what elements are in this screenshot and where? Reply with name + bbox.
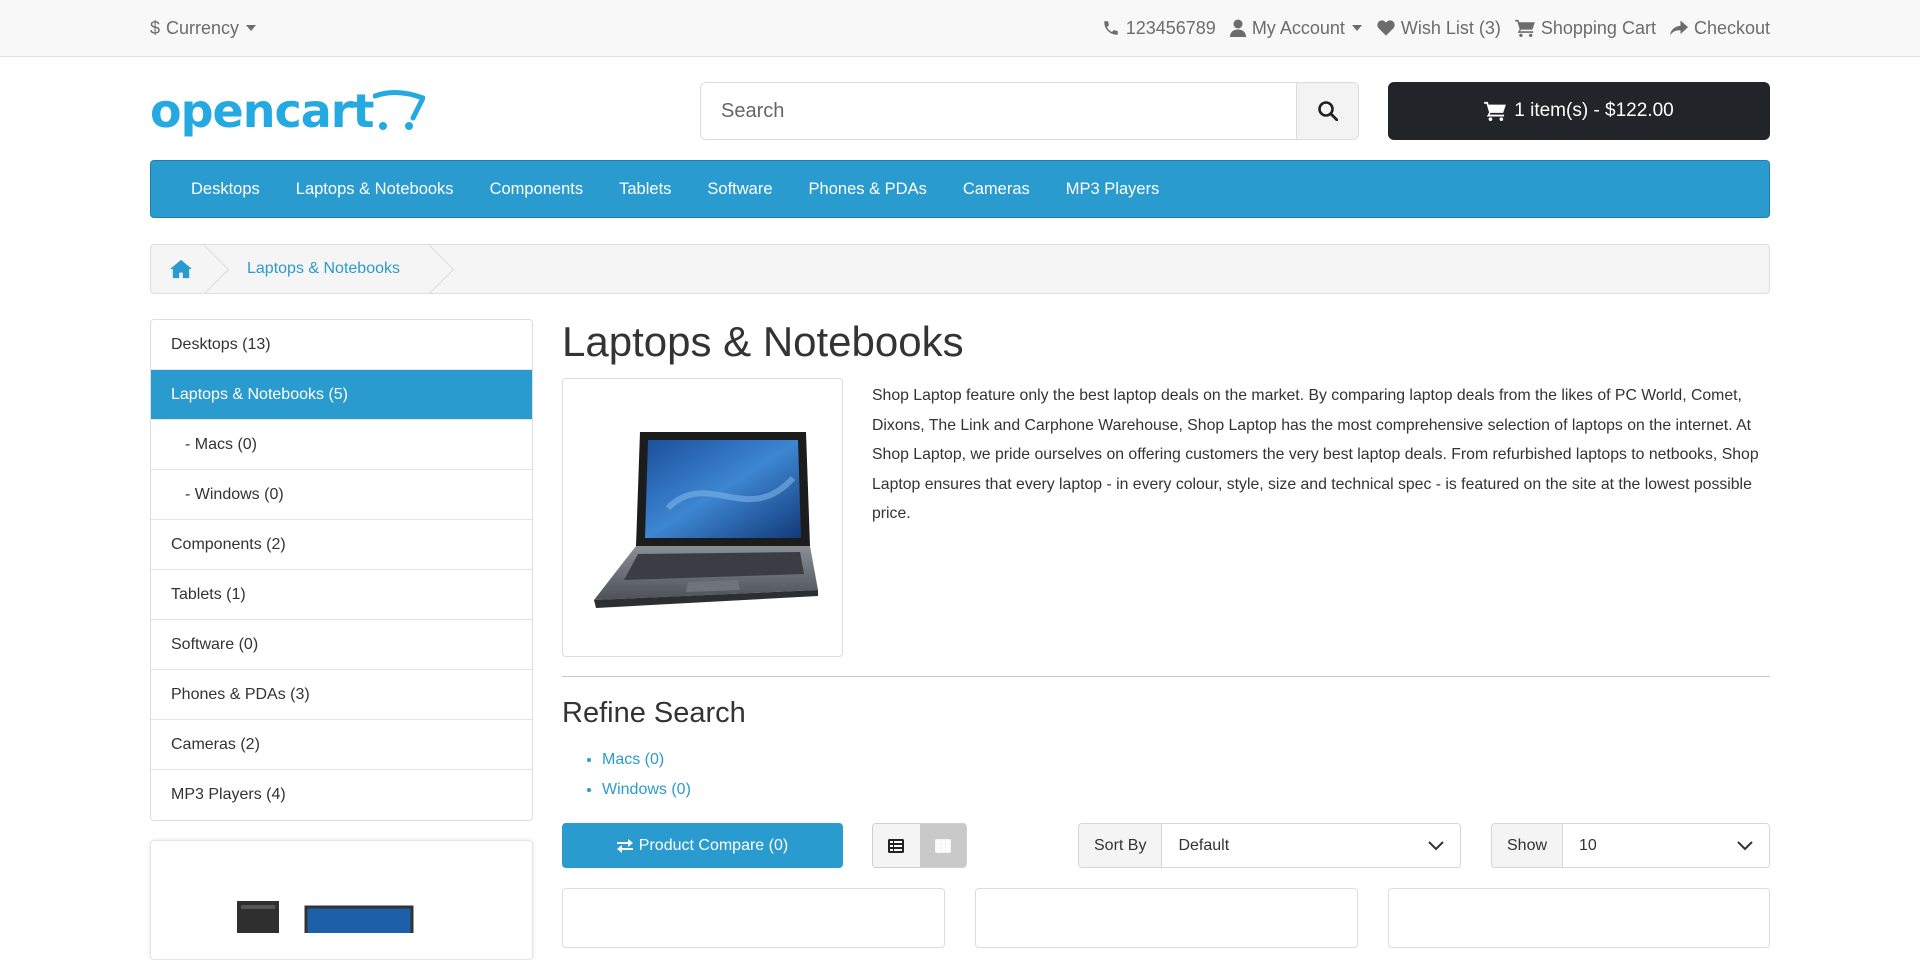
top-bar: $ Currency 123456789 My Account Wish Lis… xyxy=(0,0,1920,57)
dollar-icon: $ xyxy=(150,17,161,38)
cart-icon xyxy=(1515,19,1535,37)
search-icon xyxy=(1317,101,1338,121)
product-card[interactable] xyxy=(975,888,1358,948)
cart-button[interactable]: 1 item(s) - $122.00 xyxy=(1388,82,1770,140)
caret-down-icon xyxy=(246,25,257,31)
sidebar-item-macs[interactable]: - Macs (0) xyxy=(151,420,532,470)
sidebar-item-laptops-notebooks[interactable]: Laptops & Notebooks (5) xyxy=(151,370,532,420)
list-view-button[interactable] xyxy=(873,824,920,867)
user-icon xyxy=(1229,19,1246,37)
category-menu: Desktops Laptops & Notebooks Components … xyxy=(150,160,1770,218)
shopping-cart-link[interactable]: Shopping Cart xyxy=(1515,18,1656,39)
view-toggle xyxy=(872,823,967,868)
breadcrumb-current[interactable]: Laptops & Notebooks xyxy=(211,260,436,278)
sidebar-item-software[interactable]: Software (0) xyxy=(151,620,532,670)
menu-item-software[interactable]: Software xyxy=(689,180,790,199)
category-description: Shop Laptop feature only the best laptop… xyxy=(872,387,1759,522)
laptop-image xyxy=(593,431,818,608)
wish-list-link[interactable]: Wish List (3) xyxy=(1377,18,1501,39)
refine-link-macs[interactable]: Macs (0) xyxy=(602,751,664,768)
refine-search-list: Macs (0) Windows (0) xyxy=(602,745,691,805)
phone-number: 123456789 xyxy=(1125,17,1216,38)
divider xyxy=(562,676,1770,677)
sidebar-item-mp3-players[interactable]: MP3 Players (4) xyxy=(151,770,532,820)
logo-cart-icon xyxy=(373,89,426,130)
product-card[interactable] xyxy=(562,888,945,948)
show-limit-select[interactable]: 10 xyxy=(1563,824,1769,867)
cart-button-label: 1 item(s) - $122.00 xyxy=(1514,100,1674,121)
sidebar-item-desktops[interactable]: Desktops (13) xyxy=(151,320,532,370)
wish-list-label: Wish List (3) xyxy=(1400,17,1501,38)
sort-by-control: Sort By Default xyxy=(1078,823,1461,868)
show-limit-control: Show 10 xyxy=(1491,823,1770,868)
my-account-dropdown[interactable]: My Account xyxy=(1229,17,1363,39)
caret-down-icon xyxy=(1351,25,1362,31)
sidebar-item-windows[interactable]: - Windows (0) xyxy=(151,470,532,520)
opencart-logo[interactable]: opencart xyxy=(150,83,426,138)
product-compare-label: Product Compare (0) xyxy=(638,836,789,854)
share-icon xyxy=(1669,20,1688,36)
search-bar xyxy=(700,82,1359,140)
my-account-label: My Account xyxy=(1251,17,1345,38)
exchange-icon xyxy=(616,838,633,853)
currency-label: Currency xyxy=(166,17,240,38)
page-title: Laptops & Notebooks xyxy=(562,318,964,365)
sidebar-item-components[interactable]: Components (2) xyxy=(151,520,532,570)
category-image xyxy=(562,378,843,657)
chevron-down-icon xyxy=(1428,840,1444,850)
cart-icon xyxy=(1484,101,1507,121)
refine-link-windows[interactable]: Windows (0) xyxy=(602,781,691,798)
show-label: Show xyxy=(1492,824,1564,867)
phone-icon xyxy=(1103,21,1118,35)
grid-view-button[interactable] xyxy=(919,824,966,867)
computer-image xyxy=(237,901,414,941)
sort-by-value: Default xyxy=(1178,836,1230,854)
product-compare-button[interactable]: Product Compare (0) xyxy=(562,823,843,868)
phone-link[interactable]: 123456789 xyxy=(1102,18,1216,39)
show-limit-value: 10 xyxy=(1579,836,1597,854)
sidebar-item-cameras[interactable]: Cameras (2) xyxy=(151,720,532,770)
menu-item-tablets[interactable]: Tablets xyxy=(601,180,689,199)
sidebar-item-tablets[interactable]: Tablets (1) xyxy=(151,570,532,620)
menu-item-laptops-notebooks[interactable]: Laptops & Notebooks xyxy=(278,180,472,199)
heart-icon xyxy=(1377,20,1395,36)
menu-item-desktops[interactable]: Desktops xyxy=(173,180,278,199)
grid-icon xyxy=(934,838,951,853)
search-button[interactable] xyxy=(1296,83,1358,139)
list-icon xyxy=(888,838,905,853)
header: opencart 1 item(s) - $122.00 xyxy=(0,57,1920,160)
menu-item-cameras[interactable]: Cameras xyxy=(945,180,1048,199)
list-item: Macs (0) xyxy=(602,745,691,775)
product-card[interactable] xyxy=(1388,888,1770,948)
menu-item-mp3-players[interactable]: MP3 Players xyxy=(1048,180,1178,199)
chevron-down-icon xyxy=(1737,840,1753,850)
breadcrumb: Laptops & Notebooks xyxy=(150,244,1770,294)
search-input[interactable] xyxy=(701,83,1296,139)
sort-by-select[interactable]: Default xyxy=(1162,824,1460,867)
checkout-label: Checkout xyxy=(1693,17,1770,38)
sort-by-label: Sort By xyxy=(1079,824,1163,867)
sidebar-item-phones-pdas[interactable]: Phones & PDAs (3) xyxy=(151,670,532,720)
promo-banner[interactable] xyxy=(150,840,533,960)
refine-search-title: Refine Search xyxy=(562,697,746,729)
menu-item-phones-pdas[interactable]: Phones & PDAs xyxy=(791,180,945,199)
menu-item-components[interactable]: Components xyxy=(472,180,602,199)
checkout-link[interactable]: Checkout xyxy=(1669,17,1770,39)
list-item: Windows (0) xyxy=(602,775,691,805)
logo-text: opencart xyxy=(150,83,374,138)
currency-dropdown[interactable]: $ Currency xyxy=(150,18,257,39)
shopping-cart-label: Shopping Cart xyxy=(1540,17,1656,38)
category-sidebar: Desktops (13) Laptops & Notebooks (5) - … xyxy=(150,319,533,821)
